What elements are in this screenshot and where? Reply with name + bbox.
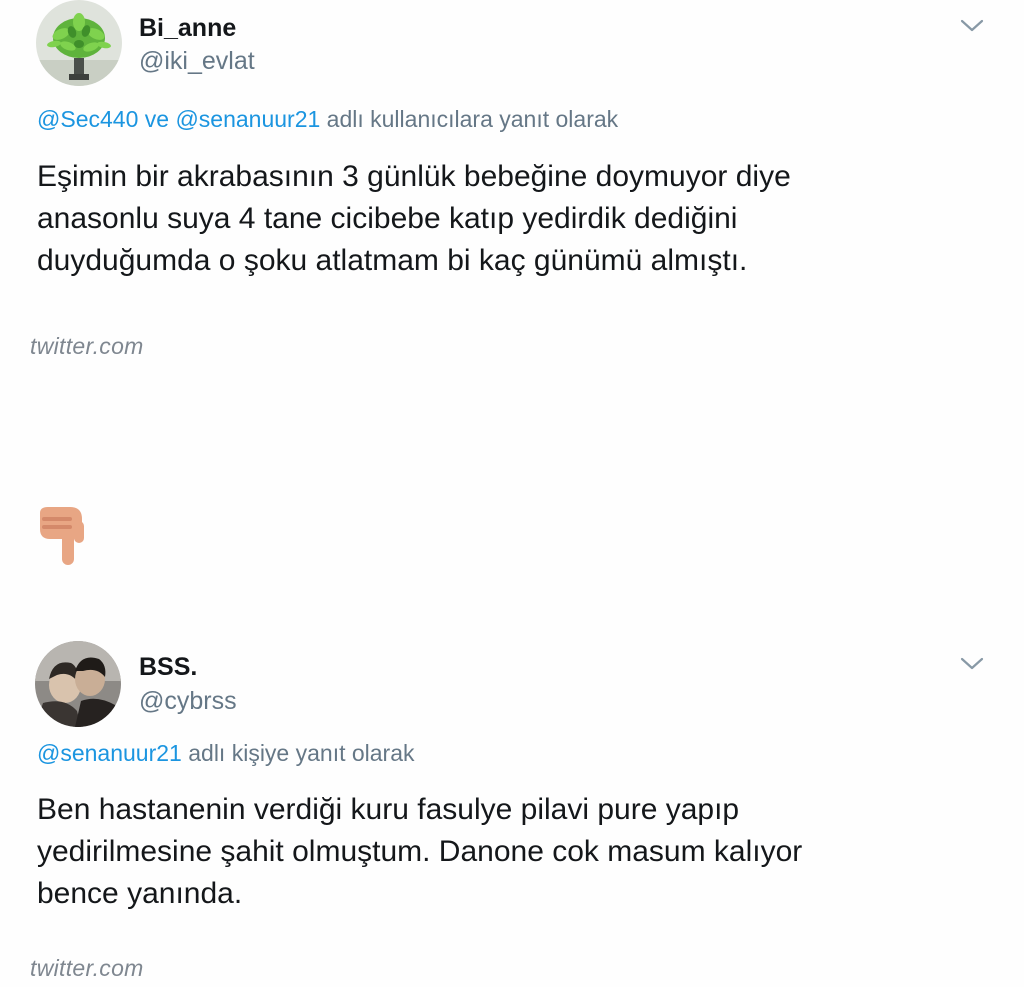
tweet-card: BSS. @cybrss @senanuur21 adlı kişiye yan… [0, 630, 1024, 987]
reply-context: @Sec440 ve @senanuur21 adlı kullanıcılar… [37, 106, 618, 133]
tweet-text-line: yedirilmesine şahit olmuştum. Danone cok… [37, 835, 803, 868]
tweet-text: Ben hastanenin verdiği kuru fasulye pila… [37, 789, 802, 915]
mention-link[interactable]: @senanuur21 [175, 106, 320, 132]
tweet-menu-button[interactable] [958, 17, 986, 35]
display-name[interactable]: Bi_anne [139, 14, 236, 43]
couple-photo-avatar-icon [35, 641, 121, 727]
tweet-text-line: duyduğumda o şoku atlatmam bi kaç günümü… [37, 244, 748, 277]
display-name[interactable]: BSS. [139, 653, 197, 682]
reply-suffix: adlı kullanıcılara yanıt olarak [326, 106, 619, 132]
source-watermark: twitter.com [30, 955, 144, 981]
source-watermark: twitter.com [30, 333, 144, 359]
avatar[interactable] [35, 641, 121, 727]
user-handle[interactable]: @cybrss [139, 687, 237, 716]
chevron-down-icon [960, 657, 984, 670]
tweet-card: Bi_anne @iki_evlat @Sec440 ve @senanuur2… [0, 0, 1024, 380]
tweet-menu-button[interactable] [958, 655, 986, 673]
tweet-text-line: bence yanında. [37, 877, 243, 910]
potted-plant-avatar-icon [36, 0, 122, 86]
pointing-down-emoji [36, 507, 88, 569]
mention-link[interactable]: @Sec440 [37, 106, 138, 132]
reply-context: @senanuur21 adlı kişiye yanıt olarak [37, 740, 415, 767]
tweet-text-line: Eşimin bir akrabasının 3 günlük bebeğine… [37, 160, 791, 193]
avatar[interactable] [36, 0, 122, 86]
mention-link[interactable]: @senanuur21 [37, 740, 182, 766]
backhand-index-pointing-down-icon [40, 507, 84, 565]
reply-connector: ve [144, 106, 170, 132]
tweet-text-line: Ben hastanenin verdiği kuru fasulye pila… [37, 793, 740, 826]
reply-suffix: adlı kişiye yanıt olarak [188, 740, 415, 766]
user-handle[interactable]: @iki_evlat [139, 47, 255, 76]
tweet-text-line: anasonlu suya 4 tane cicibebe katıp yedi… [37, 202, 738, 235]
tweet-text: Eşimin bir akrabasının 3 günlük bebeğine… [37, 156, 791, 282]
chevron-down-icon [960, 19, 984, 32]
